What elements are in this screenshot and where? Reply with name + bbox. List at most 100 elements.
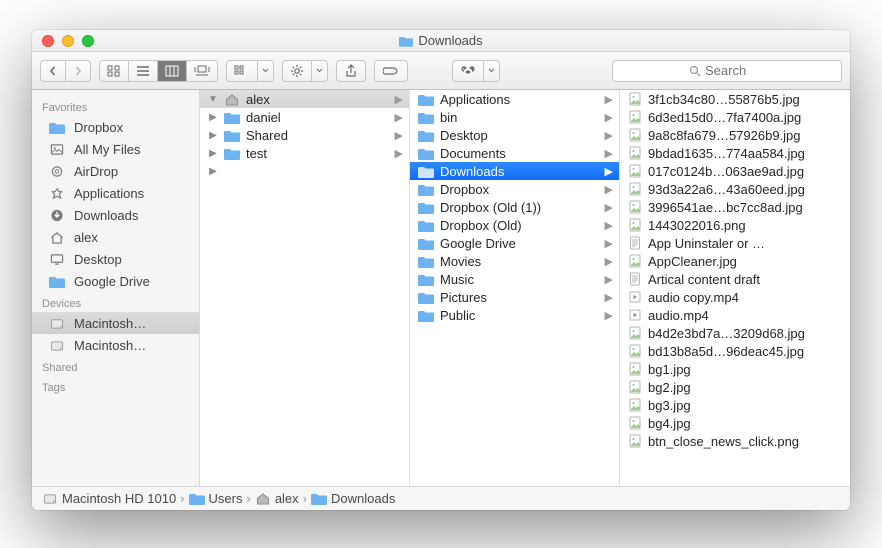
sidebar-item[interactable]: AirDrop bbox=[32, 160, 199, 182]
sidebar-item[interactable]: Desktop bbox=[32, 248, 199, 270]
column-row[interactable]: bg2.jpg bbox=[620, 378, 850, 396]
disclosure-triangle[interactable]: ▼ bbox=[208, 94, 218, 105]
sidebar-item[interactable]: Applications bbox=[32, 182, 199, 204]
share-button[interactable] bbox=[336, 60, 366, 82]
window-body: FavoritesDropboxAll My FilesAirDropAppli… bbox=[32, 90, 850, 486]
column-row[interactable]: Pictures▶ bbox=[410, 288, 619, 306]
desktop-icon bbox=[48, 251, 66, 267]
column-row[interactable]: b4d2e3bd7a…3209d68.jpg bbox=[620, 324, 850, 342]
disk-icon bbox=[48, 315, 66, 331]
row-label: Applications bbox=[440, 92, 510, 107]
folder-icon bbox=[48, 119, 66, 135]
column-row[interactable]: 93d3a22a6…43a60eed.jpg bbox=[620, 180, 850, 198]
view-coverflow-button[interactable] bbox=[187, 61, 217, 81]
column-row[interactable]: 1443022016.png bbox=[620, 216, 850, 234]
column-row[interactable]: ▶test▶ bbox=[200, 144, 409, 162]
row-label: bd13b8a5d…96deac45.jpg bbox=[648, 344, 804, 359]
path-segment[interactable]: Macintosh HD 1010 bbox=[42, 491, 176, 506]
column-row[interactable]: audio copy.mp4 bbox=[620, 288, 850, 306]
row-label: Dropbox bbox=[440, 182, 489, 197]
path-segment[interactable]: Downloads bbox=[311, 491, 395, 506]
column-row[interactable]: Applications▶ bbox=[410, 90, 619, 108]
column-row[interactable]: bin▶ bbox=[410, 108, 619, 126]
list-icon bbox=[136, 65, 150, 77]
titlebar: Downloads bbox=[32, 30, 850, 52]
disclosure-triangle[interactable]: ▶ bbox=[208, 112, 218, 123]
column-row[interactable]: Downloads▶ bbox=[410, 162, 619, 180]
column-row[interactable]: Dropbox (Old (1))▶ bbox=[410, 198, 619, 216]
path-label: Macintosh HD 1010 bbox=[62, 491, 176, 506]
tags-button[interactable] bbox=[374, 60, 408, 82]
path-segment[interactable]: Users bbox=[189, 491, 243, 506]
jpg-icon bbox=[628, 416, 642, 430]
column-row[interactable]: Dropbox▶ bbox=[410, 180, 619, 198]
column-row[interactable]: 3996541ae…bc7cc8ad.jpg bbox=[620, 198, 850, 216]
forward-button[interactable] bbox=[66, 61, 90, 81]
arrange-button[interactable] bbox=[226, 60, 274, 82]
column-row[interactable]: Desktop▶ bbox=[410, 126, 619, 144]
jpg-icon bbox=[628, 182, 642, 196]
sidebar-item[interactable]: All My Files bbox=[32, 138, 199, 160]
search-field[interactable] bbox=[612, 60, 842, 82]
folder-icon bbox=[418, 309, 434, 322]
row-label: 93d3a22a6…43a60eed.jpg bbox=[648, 182, 805, 197]
column-row[interactable]: Dropbox (Old)▶ bbox=[410, 216, 619, 234]
column-1: Applications▶bin▶Desktop▶Documents▶Downl… bbox=[410, 90, 620, 486]
column-row[interactable]: ▶Shared▶ bbox=[200, 126, 409, 144]
row-label: Dropbox (Old) bbox=[440, 218, 522, 233]
chevron-right-icon: ▶ bbox=[605, 129, 613, 142]
sidebar-section-header: Tags bbox=[32, 376, 199, 396]
path-segment[interactable]: alex bbox=[255, 491, 299, 506]
disclosure-triangle[interactable]: ▶ bbox=[208, 130, 218, 141]
column-row[interactable]: App Uninstaler or … bbox=[620, 234, 850, 252]
row-label: Movies bbox=[440, 254, 481, 269]
column-row[interactable]: Google Drive▶ bbox=[410, 234, 619, 252]
column-row[interactable]: bg1.jpg bbox=[620, 360, 850, 378]
row-label: App Uninstaler or … bbox=[648, 236, 765, 251]
column-more[interactable]: ▶ bbox=[200, 162, 409, 180]
sidebar-item-label: Desktop bbox=[74, 252, 122, 267]
sidebar-item[interactable]: Dropbox bbox=[32, 116, 199, 138]
sidebar-item-label: Macintosh… bbox=[74, 316, 146, 331]
jpg-icon bbox=[628, 380, 642, 394]
view-list-button[interactable] bbox=[129, 61, 158, 81]
sidebar-item[interactable]: Downloads bbox=[32, 204, 199, 226]
dropbox-button[interactable] bbox=[452, 60, 500, 82]
action-button[interactable] bbox=[282, 60, 328, 82]
column-row[interactable]: bg3.jpg bbox=[620, 396, 850, 414]
column-row[interactable]: bg4.jpg bbox=[620, 414, 850, 432]
column-row[interactable]: Artical content draft bbox=[620, 270, 850, 288]
view-icon-button[interactable] bbox=[100, 61, 129, 81]
column-row[interactable]: 9bdad1635…774aa584.jpg bbox=[620, 144, 850, 162]
downloads-icon bbox=[48, 207, 66, 223]
row-label: audio.mp4 bbox=[648, 308, 709, 323]
sidebar-item[interactable]: Google Drive bbox=[32, 270, 199, 292]
sidebar-item[interactable]: Macintosh… bbox=[32, 334, 199, 356]
column-row[interactable]: audio.mp4 bbox=[620, 306, 850, 324]
column-row[interactable]: 6d3ed15d0…7fa7400a.jpg bbox=[620, 108, 850, 126]
view-column-button[interactable] bbox=[158, 61, 187, 81]
column-view: ▼alex▶▶daniel▶▶Shared▶▶test▶▶ Applicatio… bbox=[200, 90, 850, 486]
column-row[interactable]: ▶daniel▶ bbox=[200, 108, 409, 126]
column-row[interactable]: 9a8c8fa679…57926b9.jpg bbox=[620, 126, 850, 144]
folder-icon bbox=[48, 273, 66, 289]
column-row[interactable]: Documents▶ bbox=[410, 144, 619, 162]
column-row[interactable]: Music▶ bbox=[410, 270, 619, 288]
chevron-right-icon: ▶ bbox=[605, 111, 613, 124]
folder-icon bbox=[418, 111, 434, 124]
folder-icon bbox=[418, 201, 434, 214]
search-input[interactable] bbox=[705, 63, 765, 78]
column-row[interactable]: 3f1cb34c80…55876b5.jpg bbox=[620, 90, 850, 108]
back-button[interactable] bbox=[41, 61, 66, 81]
sidebar-item[interactable]: alex bbox=[32, 226, 199, 248]
column-row[interactable]: ▼alex▶ bbox=[200, 90, 409, 108]
column-row[interactable]: btn_close_news_click.png bbox=[620, 432, 850, 450]
window-title-text: Downloads bbox=[418, 33, 482, 48]
column-row[interactable]: Movies▶ bbox=[410, 252, 619, 270]
sidebar-item[interactable]: Macintosh… bbox=[32, 312, 199, 334]
column-row[interactable]: AppCleaner.jpg bbox=[620, 252, 850, 270]
column-row[interactable]: 017c0124b…063ae9ad.jpg bbox=[620, 162, 850, 180]
column-row[interactable]: Public▶ bbox=[410, 306, 619, 324]
disclosure-triangle[interactable]: ▶ bbox=[208, 148, 218, 159]
column-row[interactable]: bd13b8a5d…96deac45.jpg bbox=[620, 342, 850, 360]
